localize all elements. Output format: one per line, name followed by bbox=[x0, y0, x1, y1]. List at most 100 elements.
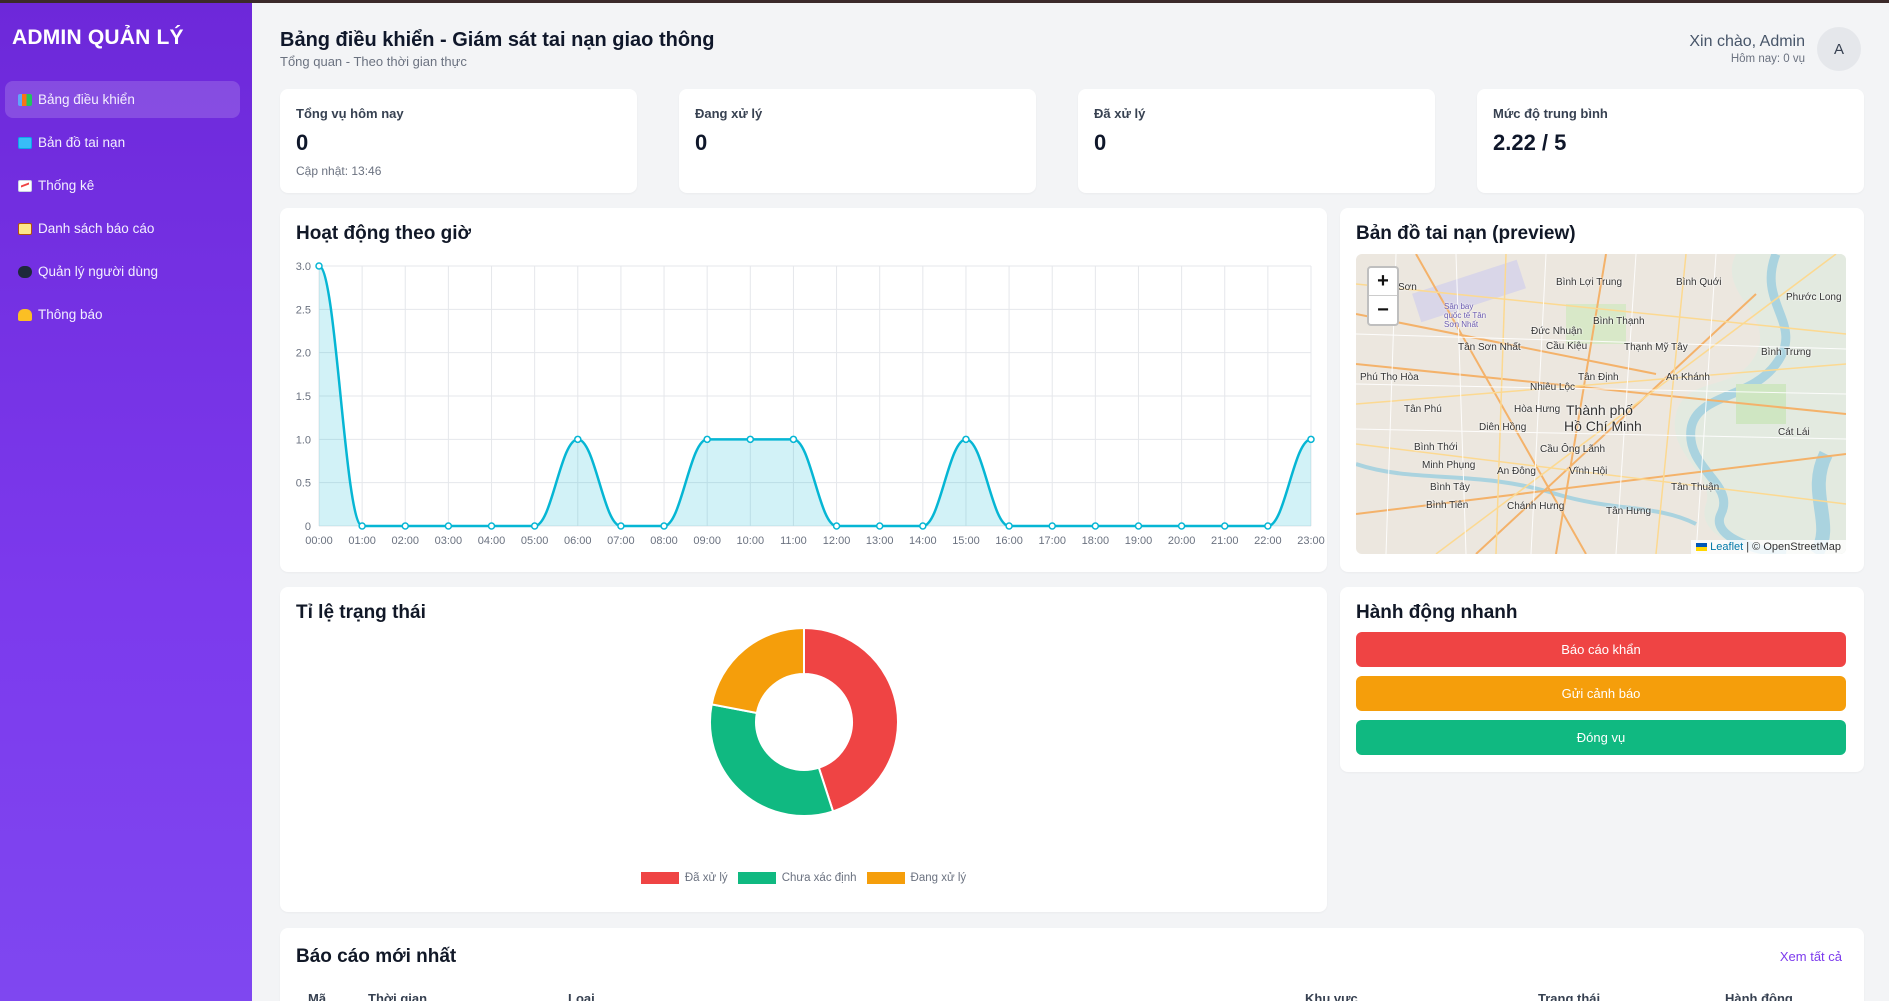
stat-label: Tổng vụ hôm nay bbox=[296, 106, 404, 121]
legend-label: Chưa xác định bbox=[781, 872, 857, 884]
column-header-id[interactable]: Mã bbox=[308, 991, 326, 1001]
data-point bbox=[315, 262, 323, 270]
map-place-label: Bình Lợi Trung bbox=[1556, 277, 1623, 288]
activity-chart-card: Hoạt động theo giờ 0 0.5 1.0 1.5 2.0 2.5 3.0 00… bbox=[280, 208, 1327, 572]
map-place-label: Tân Định bbox=[1578, 372, 1619, 383]
sidebar-item-label: Danh sách báo cáo bbox=[38, 221, 155, 236]
map-place-label: Vĩnh Hội bbox=[1569, 466, 1608, 477]
x-tick-label: 22:00 bbox=[1254, 535, 1282, 547]
map-place-label: Thành phố bbox=[1566, 402, 1633, 418]
data-point bbox=[358, 522, 366, 530]
x-tick-label: 04:00 bbox=[478, 535, 506, 547]
data-point bbox=[1005, 522, 1013, 530]
accident-map[interactable]: Tân SơnBình Lợi TrungBình QuớiPhước Long… bbox=[1356, 254, 1846, 554]
user-greeting: Xin chào, Admin Hôm nay: 0 vụ bbox=[1689, 33, 1805, 65]
sidebar-item-label: Thông báo bbox=[38, 307, 103, 322]
see-all-link[interactable]: Xem tất cả bbox=[1780, 949, 1842, 964]
send-alert-button[interactable]: Gửi cảnh báo bbox=[1356, 676, 1846, 711]
activity-chart: 0 0.5 1.0 1.5 2.0 2.5 3.0 00:00 01:00 02:00 03:00 0… bbox=[296, 261, 1325, 547]
latest-reports-card: Báo cáo mới nhất Xem tất cả Mã Thời gian… bbox=[280, 928, 1864, 1001]
map-place-label: Tân Thuận bbox=[1671, 482, 1720, 493]
data-point bbox=[746, 435, 755, 444]
x-tick-label: 20:00 bbox=[1168, 535, 1196, 547]
map-place-label: Tân Sơn Nhất bbox=[1458, 342, 1521, 353]
data-point bbox=[875, 522, 884, 530]
data-point bbox=[832, 522, 841, 530]
stat-value: 0 bbox=[296, 130, 309, 155]
map-place-label: Minh Phụng bbox=[1422, 460, 1476, 471]
map-place-label: Hòa Hưng bbox=[1514, 404, 1561, 415]
x-tick-label: 01:00 bbox=[348, 535, 376, 547]
y-tick-label: 3.0 bbox=[296, 261, 311, 273]
column-header-actions[interactable]: Hành động bbox=[1725, 991, 1793, 1001]
stat-card-total-today: Tổng vụ hôm nay 0 Cập nhật: 13:46 bbox=[280, 89, 637, 193]
map-place-label: Nhiêu Lộc bbox=[1530, 382, 1576, 393]
x-tick-label: 07:00 bbox=[607, 535, 635, 547]
sidebar-item-label: Bản đồ tai nạn bbox=[38, 135, 126, 150]
map-place-label: Phú Thọ Hòa bbox=[1360, 372, 1419, 383]
osm-attribution: | © OpenStreetMap bbox=[1743, 541, 1841, 553]
column-header-time[interactable]: Thời gian bbox=[368, 991, 427, 1001]
sidebar-item-users[interactable]: Quản lý người dùng bbox=[5, 253, 240, 290]
sidebar-item-accident-map[interactable]: Bản đồ tai nạn bbox=[5, 124, 240, 161]
close-case-button[interactable]: Đóng vụ bbox=[1356, 720, 1846, 755]
data-point bbox=[401, 522, 410, 530]
map-place-label: Đức Nhuận bbox=[1531, 326, 1583, 337]
column-header-status[interactable]: Trạng thái bbox=[1538, 991, 1600, 1001]
sidebar-item-reports[interactable]: Danh sách báo cáo bbox=[5, 210, 240, 247]
quick-actions-card: Hành động nhanh Báo cáo khẩn Gửi cảnh bá… bbox=[1340, 587, 1864, 772]
sidebar-item-notifications[interactable]: Thông báo bbox=[5, 296, 240, 333]
stat-label: Đang xử lý bbox=[695, 106, 763, 121]
data-point bbox=[789, 435, 798, 444]
sidebar-nav: Bảng điều khiển Bản đồ tai nạn Thống kê … bbox=[5, 81, 240, 339]
column-header-type[interactable]: Loại bbox=[568, 991, 595, 1001]
map-place-label: Phước Long bbox=[1786, 292, 1842, 303]
stat-value: 0 bbox=[1094, 130, 1107, 155]
map-attribution: Leaflet | © OpenStreetMap bbox=[1691, 540, 1846, 554]
quick-actions-title: Hành động nhanh bbox=[1356, 602, 1518, 623]
x-tick-label: 18:00 bbox=[1082, 535, 1110, 547]
stat-card-avg-severity: Mức độ trung bình 2.22 / 5 bbox=[1477, 89, 1864, 193]
zoom-in-button[interactable]: + bbox=[1369, 268, 1397, 296]
data-point bbox=[1091, 522, 1100, 530]
map-place-label: Sân bay quốc tế Tân Sơn Nhất bbox=[1444, 302, 1487, 329]
data-point bbox=[962, 435, 970, 444]
map-place-label: Bình Tây bbox=[1430, 482, 1470, 493]
data-point bbox=[1307, 435, 1315, 444]
x-tick-label: 08:00 bbox=[650, 535, 678, 547]
clipboard-icon bbox=[18, 222, 32, 235]
map-preview-card: Bản đồ tai nạn (preview) Sơn Bình Lợi Tr… bbox=[1340, 208, 1864, 572]
stat-label: Đã xử lý bbox=[1094, 106, 1146, 121]
x-tick-label: 06:00 bbox=[564, 535, 592, 547]
column-header-area[interactable]: Khu vực bbox=[1305, 991, 1358, 1001]
map-place-label: Bình Trưng bbox=[1761, 347, 1812, 358]
x-tick-label: 11:00 bbox=[780, 535, 807, 547]
map-place-label: Cầu Ông Lãnh bbox=[1540, 444, 1606, 455]
data-point bbox=[574, 435, 582, 444]
legend-swatch bbox=[866, 872, 905, 884]
map-place-label: Tân Hưng bbox=[1606, 506, 1652, 517]
avatar[interactable]: A bbox=[1817, 27, 1861, 71]
main-content: Bảng điều khiển - Giám sát tai nạn giao … bbox=[252, 0, 1889, 1001]
data-point bbox=[530, 522, 539, 530]
legend-item[interactable]: Đã xử lý bbox=[640, 872, 728, 884]
legend-item[interactable]: Đang xử lý bbox=[866, 872, 966, 884]
donut-slice bbox=[710, 626, 805, 715]
x-tick-label: 02:00 bbox=[391, 535, 419, 547]
map-place-label: An Đông bbox=[1497, 466, 1536, 477]
stat-value: 2.22 / 5 bbox=[1493, 130, 1567, 155]
x-tick-label: 10:00 bbox=[737, 535, 765, 547]
urgent-report-button[interactable]: Báo cáo khẩn bbox=[1356, 632, 1846, 667]
map-place-label: Cầu Kiệu bbox=[1546, 341, 1588, 352]
legend-item[interactable]: Chưa xác định bbox=[737, 872, 857, 884]
bell-icon bbox=[18, 308, 32, 321]
sidebar-item-dashboard[interactable]: Bảng điều khiển bbox=[5, 81, 240, 118]
x-tick-label: 12:00 bbox=[823, 535, 851, 547]
zoom-out-button[interactable]: − bbox=[1369, 296, 1397, 324]
sidebar-item-statistics[interactable]: Thống kê bbox=[5, 167, 240, 204]
data-point bbox=[487, 522, 496, 530]
data-point bbox=[1177, 522, 1186, 530]
map-place-label: Bình Quới bbox=[1676, 277, 1722, 288]
y-tick-label: 0.5 bbox=[296, 478, 311, 490]
leaflet-link[interactable]: Leaflet bbox=[1710, 541, 1743, 553]
